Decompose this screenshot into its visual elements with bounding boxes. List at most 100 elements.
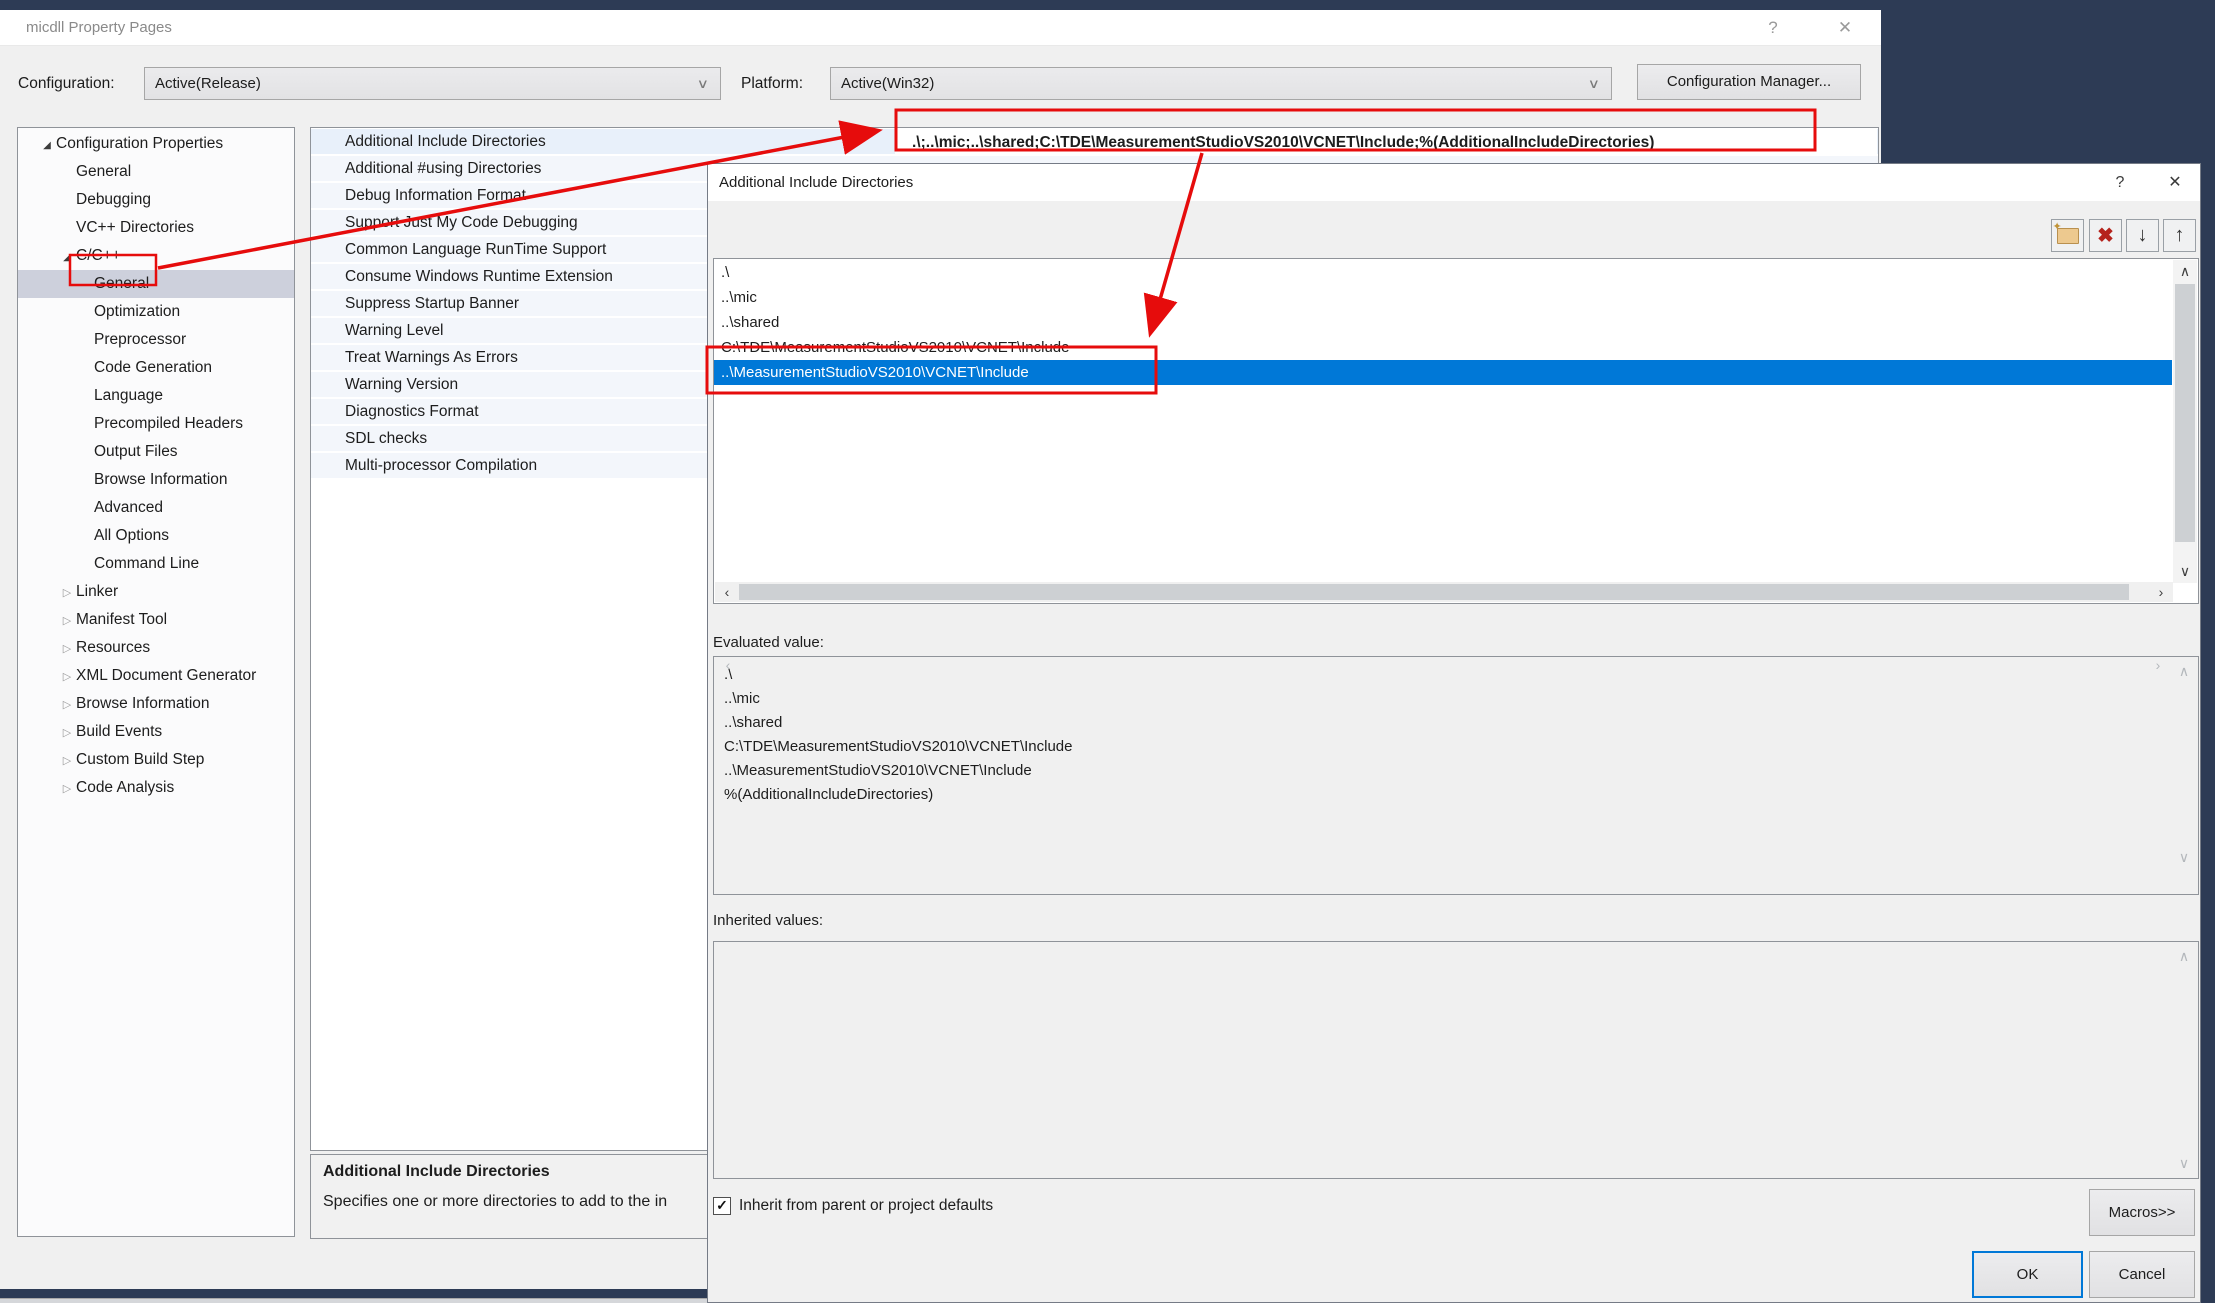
expander-expanded-icon[interactable]: [58, 247, 76, 265]
inherit-defaults-label: Inherit from parent or project defaults: [739, 1195, 993, 1217]
close-icon[interactable]: ✕: [1822, 10, 1868, 45]
evaluated-line: C:\TDE\MeasurementStudioVS2010\VCNET\Inc…: [724, 735, 2198, 759]
configuration-manager-button[interactable]: Configuration Manager...: [1637, 64, 1861, 100]
tree-item-resources[interactable]: Resources: [18, 634, 294, 662]
additional-include-directories-dialog: Additional Include Directories ? ✕ ✖ .\ …: [707, 163, 2201, 1303]
expander-collapsed-icon[interactable]: [58, 779, 76, 797]
ok-button[interactable]: OK: [1972, 1251, 2083, 1298]
expander-expanded-icon[interactable]: [38, 135, 56, 153]
configuration-tree: Configuration Properties General Debuggi…: [17, 127, 295, 1237]
tree-item-browse-information-2[interactable]: Browse Information: [18, 690, 294, 718]
tree-item-optimization[interactable]: Optimization: [18, 298, 294, 326]
new-line-button[interactable]: [2051, 219, 2084, 252]
move-up-button[interactable]: [2163, 219, 2196, 252]
evaluated-line: ..\shared: [724, 711, 2198, 735]
tree-item-manifest-tool[interactable]: Manifest Tool: [18, 606, 294, 634]
tree-item-command-line[interactable]: Command Line: [18, 550, 294, 578]
tree-item-c-cpp[interactable]: C/C++: [18, 242, 294, 270]
tree-item-general-selected[interactable]: General: [18, 270, 294, 298]
list-item[interactable]: ..\mic: [714, 285, 2172, 310]
expander-collapsed-icon[interactable]: [58, 583, 76, 601]
tree-item-linker[interactable]: Linker: [18, 578, 294, 606]
chevron-down-icon: ∨: [1588, 68, 1600, 99]
scroll-down-icon[interactable]: ∨: [2174, 1155, 2194, 1172]
configuration-dropdown-value: Active(Release): [155, 75, 261, 92]
scroll-down-icon[interactable]: ∨: [2173, 563, 2197, 580]
expander-collapsed-icon[interactable]: [58, 751, 76, 769]
inherited-values-label: Inherited values:: [713, 912, 823, 929]
scroll-down-icon[interactable]: ∨: [2174, 849, 2194, 866]
directories-listbox[interactable]: .\ ..\mic ..\shared C:\TDE\MeasurementSt…: [713, 258, 2199, 604]
evaluated-value-box[interactable]: .\ ..\mic ..\shared C:\TDE\MeasurementSt…: [713, 656, 2199, 895]
main-titlebar: micdll Property Pages ? ✕: [0, 10, 1881, 46]
dialog-title: Additional Include Directories: [719, 164, 913, 201]
evaluated-line: .\: [724, 663, 2198, 687]
tree-item-xml-document-generator[interactable]: XML Document Generator: [18, 662, 294, 690]
expander-collapsed-icon[interactable]: [58, 667, 76, 685]
tree-item-build-events[interactable]: Build Events: [18, 718, 294, 746]
scroll-up-icon[interactable]: ∧: [2174, 663, 2194, 680]
delete-button[interactable]: ✖: [2089, 219, 2122, 252]
dialog-titlebar: Additional Include Directories ? ✕: [708, 164, 2200, 201]
expander-collapsed-icon[interactable]: [58, 611, 76, 629]
close-icon[interactable]: ✕: [2155, 164, 2195, 201]
tree-item-language[interactable]: Language: [18, 382, 294, 410]
scroll-left-icon[interactable]: ‹: [718, 655, 738, 892]
list-item[interactable]: C:\TDE\MeasurementStudioVS2010\VCNET\Inc…: [714, 335, 2172, 360]
list-item-selected[interactable]: ..\MeasurementStudioVS2010\VCNET\Include: [714, 360, 2172, 385]
evaluated-line: ..\mic: [724, 687, 2198, 711]
move-down-icon: [2138, 224, 2148, 247]
expander-collapsed-icon[interactable]: [58, 695, 76, 713]
scrollbar-thumb[interactable]: [2175, 284, 2195, 542]
inherited-values-box[interactable]: ∧ ∨: [713, 941, 2199, 1179]
list-vertical-scrollbar[interactable]: ∧ ∨: [2173, 260, 2197, 583]
description-title: Additional Include Directories: [323, 1163, 550, 1181]
platform-label: Platform:: [741, 67, 803, 100]
move-up-icon: [2175, 224, 2185, 247]
scroll-right-icon[interactable]: ›: [2151, 582, 2171, 602]
platform-dropdown-value: Active(Win32): [841, 75, 934, 92]
list-item[interactable]: ..\shared: [714, 310, 2172, 335]
chevron-down-icon: ∨: [697, 68, 709, 99]
scrollbar-thumb[interactable]: [739, 584, 2129, 600]
scroll-left-icon[interactable]: ‹: [717, 582, 737, 602]
tree-item-code-generation[interactable]: Code Generation: [18, 354, 294, 382]
tree-item-browse-information[interactable]: Browse Information: [18, 466, 294, 494]
evaluated-line: %(AdditionalIncludeDirectories): [724, 783, 2198, 807]
tree-item-debugging[interactable]: Debugging: [18, 186, 294, 214]
platform-dropdown[interactable]: Active(Win32) ∨: [830, 67, 1612, 100]
tree-item-advanced[interactable]: Advanced: [18, 494, 294, 522]
help-icon[interactable]: ?: [2100, 164, 2140, 201]
scroll-right-icon[interactable]: ›: [2148, 655, 2168, 892]
tree-item-general[interactable]: General: [18, 158, 294, 186]
tree-item-code-analysis[interactable]: Code Analysis: [18, 774, 294, 802]
list-horizontal-scrollbar[interactable]: ‹ ›: [715, 582, 2173, 602]
scroll-up-icon[interactable]: ∧: [2174, 948, 2194, 965]
evaluated-line: ..\MeasurementStudioVS2010\VCNET\Include: [724, 759, 2198, 783]
scroll-up-icon[interactable]: ∧: [2173, 263, 2197, 280]
tree-item-configuration-properties[interactable]: Configuration Properties: [18, 130, 294, 158]
configuration-label: Configuration:: [18, 67, 115, 100]
move-down-button[interactable]: [2126, 219, 2159, 252]
tree-item-precompiled-headers[interactable]: Precompiled Headers: [18, 410, 294, 438]
additional-include-directories-value-field[interactable]: .\;..\mic;..\shared;C:\TDE\MeasurementSt…: [895, 129, 1877, 156]
tree-item-output-files[interactable]: Output Files: [18, 438, 294, 466]
expander-collapsed-icon[interactable]: [58, 639, 76, 657]
cancel-button[interactable]: Cancel: [2089, 1251, 2195, 1298]
expander-collapsed-icon[interactable]: [58, 723, 76, 741]
description-text: Specifies one or more directories to add…: [323, 1193, 667, 1211]
new-line-icon: [2057, 228, 2079, 244]
macros-button[interactable]: Macros>>: [2089, 1189, 2195, 1236]
tree-item-vc-directories[interactable]: VC++ Directories: [18, 214, 294, 242]
tree-item-all-options[interactable]: All Options: [18, 522, 294, 550]
tree-item-custom-build-step[interactable]: Custom Build Step: [18, 746, 294, 774]
configuration-dropdown[interactable]: Active(Release) ∨: [144, 67, 721, 100]
help-icon[interactable]: ?: [1750, 10, 1796, 45]
list-item[interactable]: .\: [714, 260, 2172, 285]
desktop: micdll Property Pages ? ✕ Configuration:…: [0, 0, 2215, 1303]
inherit-defaults-checkbox[interactable]: [713, 1197, 731, 1215]
delete-icon: ✖: [2097, 223, 2114, 248]
evaluated-value-label: Evaluated value:: [713, 634, 824, 651]
window-title: micdll Property Pages: [26, 10, 172, 45]
tree-item-preprocessor[interactable]: Preprocessor: [18, 326, 294, 354]
